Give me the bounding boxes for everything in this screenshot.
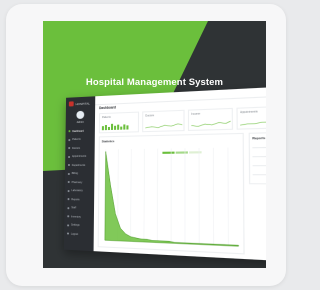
app-screenshot: HOSPITAL Admin Dashboard Patients Doctors A… xyxy=(63,85,266,262)
report-row xyxy=(252,155,266,158)
sidebar-item[interactable]: Departments xyxy=(67,163,92,167)
nav-bullet-icon xyxy=(67,232,69,235)
sidebar-item-label: Patients xyxy=(72,137,81,142)
chart-area xyxy=(105,150,239,247)
nav-bullet-icon xyxy=(67,181,70,184)
stat-card[interactable]: Doctors xyxy=(142,109,185,133)
sidebar-item[interactable]: Dashboard xyxy=(68,129,91,134)
nav-bullet-icon xyxy=(67,172,70,175)
sidebar-nav: Dashboard Patients Doctors Appointments Depa… xyxy=(66,96,95,235)
stat-card[interactable]: Patients xyxy=(98,111,140,134)
grid-line xyxy=(131,149,132,241)
stat-card[interactable]: Appointments xyxy=(236,105,266,130)
nav-bullet-icon xyxy=(67,189,70,192)
sidebar-item[interactable]: Pharmacy xyxy=(67,180,92,184)
sidebar-item[interactable]: Billing xyxy=(67,171,92,176)
brand-logo: HOSPITAL xyxy=(68,100,92,107)
sidebar-item[interactable]: Appointments xyxy=(68,154,92,158)
sidebar: HOSPITAL Admin Dashboard Patients Doctors A… xyxy=(63,96,96,252)
brand-name: HOSPITAL xyxy=(75,101,90,107)
sidebar-item[interactable]: Laboratory xyxy=(67,189,92,193)
sidebar-item-label: Laboratory xyxy=(71,189,83,193)
stat-line-sparkline xyxy=(240,118,266,126)
sidebar-item-label: Doctors xyxy=(72,146,81,150)
sidebar-item[interactable]: Staff xyxy=(67,206,91,211)
stat-bars-sparkline xyxy=(101,123,129,131)
sidebar-item-label: Billing xyxy=(71,171,78,176)
sidebar-item-label: Staff xyxy=(71,206,77,210)
sidebar-item-label: Inventory xyxy=(71,214,81,219)
report-row xyxy=(252,164,266,167)
stat-label: Doctors xyxy=(145,114,155,118)
stat-label: Income xyxy=(191,112,201,116)
page-title: Dashboard xyxy=(99,105,116,111)
nav-bullet-icon xyxy=(67,215,70,218)
brand-mark-icon xyxy=(68,101,74,107)
sidebar-item-label: Reports xyxy=(71,197,80,201)
statistics-panel: Statistics xyxy=(97,132,245,255)
nav-bullet-icon xyxy=(67,206,70,209)
nav-bullet-icon xyxy=(67,223,70,226)
sidebar-item-label: Departments xyxy=(71,163,86,167)
sidebar-item[interactable]: Settings xyxy=(67,223,91,228)
grid-line xyxy=(228,148,229,246)
avatar[interactable] xyxy=(76,110,85,120)
sidebar-item[interactable]: Logout xyxy=(67,231,91,236)
user-name: Admin xyxy=(76,120,84,124)
sidebar-item[interactable]: Inventory xyxy=(67,214,91,219)
chart-legend xyxy=(162,139,202,154)
report-row xyxy=(252,174,266,176)
sidebar-item-label: Appointments xyxy=(71,154,87,158)
reports-panel: Reports xyxy=(248,131,266,185)
sidebar-item-label: Settings xyxy=(71,223,80,227)
stat-card[interactable]: Income xyxy=(187,107,234,131)
nav-bullet-icon xyxy=(68,130,71,133)
sidebar-item-label: Dashboard xyxy=(72,129,84,133)
report-row xyxy=(252,146,266,149)
nav-bullet-icon xyxy=(67,163,70,167)
stat-label: Appointments xyxy=(240,110,258,115)
sidebar-item[interactable]: Reports xyxy=(67,197,91,201)
nav-bullet-icon xyxy=(68,147,71,150)
stat-label: Patients xyxy=(101,115,111,120)
sidebar-item[interactable]: Patients xyxy=(68,137,91,142)
area-chart xyxy=(103,147,241,251)
nav-bullet-icon xyxy=(67,198,70,201)
sidebar-item[interactable]: Doctors xyxy=(68,146,92,150)
nav-bullet-icon xyxy=(68,138,71,141)
nav-bullet-icon xyxy=(68,155,71,158)
sidebar-item-label: Pharmacy xyxy=(71,180,83,184)
panel-title: Reports xyxy=(252,135,266,141)
stat-line-sparkline xyxy=(191,120,230,128)
panel-title: Statistics xyxy=(101,139,115,144)
stat-line-sparkline xyxy=(145,122,182,129)
sidebar-item-label: Logout xyxy=(70,232,79,236)
hero-title: Hospital Management System xyxy=(85,77,224,88)
hero-banner: Hospital Management System HOSPITAL Admi… xyxy=(43,21,266,268)
